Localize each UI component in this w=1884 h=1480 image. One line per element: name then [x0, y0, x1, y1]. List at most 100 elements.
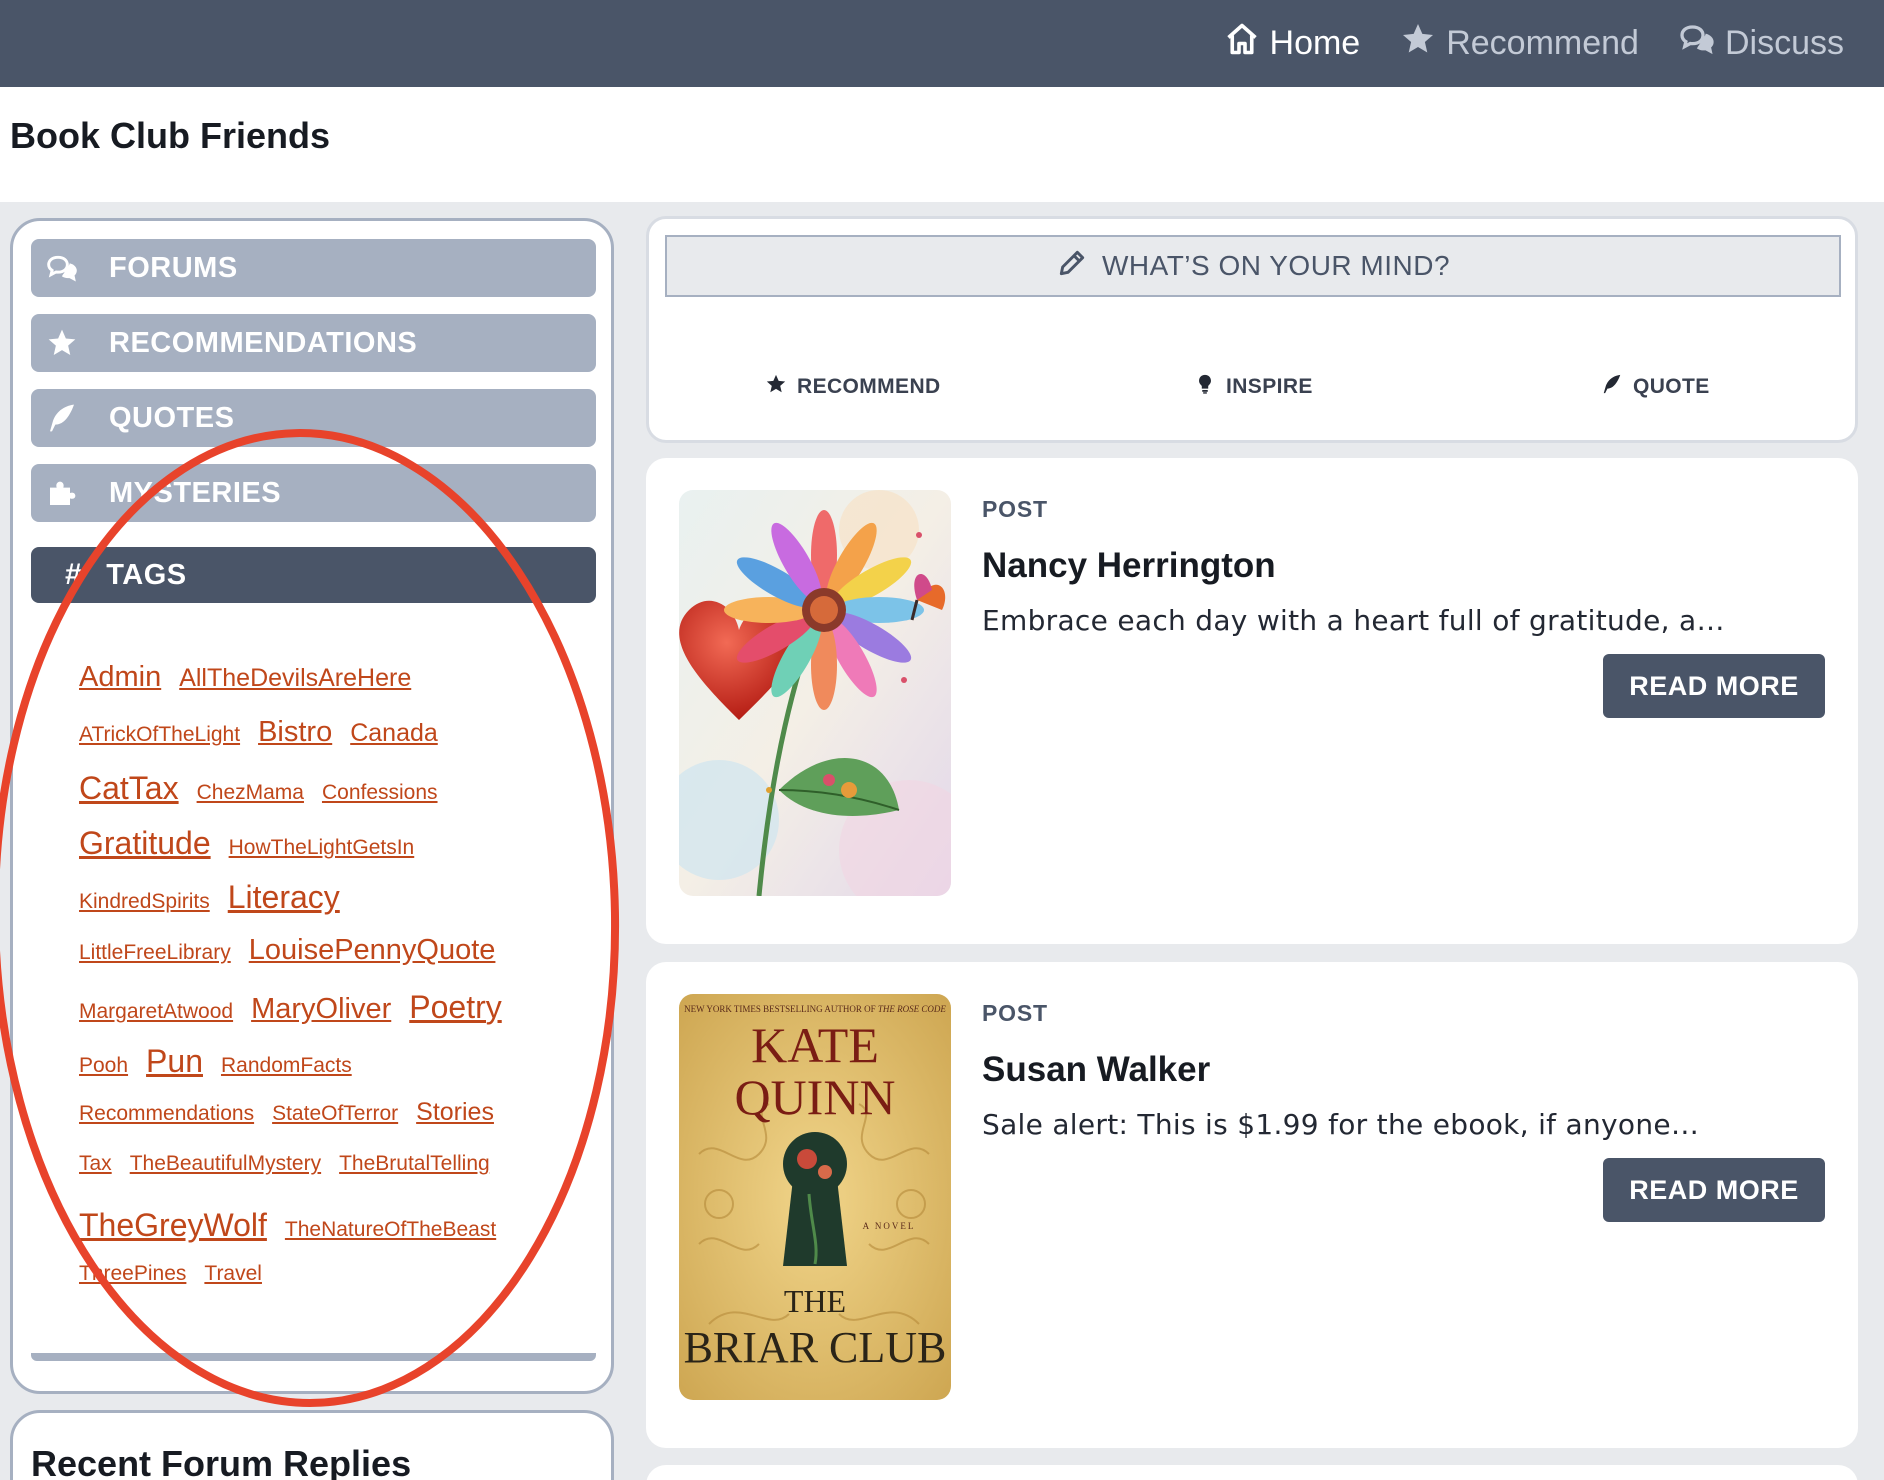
tag-link[interactable]: CatTax [79, 770, 179, 807]
tag-link[interactable]: TheBeautifulMystery [130, 1152, 321, 1176]
star-icon [765, 373, 787, 401]
tag-link[interactable]: Poetry [409, 989, 501, 1026]
post-composer: WHAT’S ON YOUR MIND? RECOMMEND INSPIRE Q… [646, 216, 1858, 443]
cover-author-line-2: QUINN [734, 1069, 895, 1125]
tag-link[interactable]: RandomFacts [221, 1054, 352, 1078]
tag-link[interactable]: LouisePennyQuote [249, 934, 496, 967]
tag-cloud: Admin AllTheDevilsAreHere ATrickOfTheLight… [79, 661, 549, 1316]
tag-row: TheGreyWolf TheNatureOfTheBeast [79, 1207, 549, 1262]
sidebar-quotes-button[interactable]: QUOTES [31, 389, 596, 447]
tag-link[interactable]: ThreePines [79, 1262, 186, 1286]
tag-row: ATrickOfTheLight Bistro Canada [79, 716, 549, 771]
tag-row: KindredSpirits Literacy [79, 879, 549, 934]
star-icon [1400, 21, 1436, 66]
chat-icon [45, 251, 79, 285]
sidebar-mysteries-button[interactable]: MYSTERIES [31, 464, 596, 522]
sidebar-quotes-label: QUOTES [109, 401, 235, 434]
tag-link[interactable]: Admin [79, 661, 161, 694]
post-author[interactable]: Nancy Herrington [982, 546, 1276, 586]
sidebar-tags-button[interactable]: # TAGS [31, 547, 596, 603]
nav-recommend[interactable]: Recommend [1400, 21, 1639, 66]
whats-on-your-mind-label: WHAT’S ON YOUR MIND? [1101, 250, 1451, 281]
post-card: POST Nancy Herrington Embrace each day w… [646, 458, 1858, 944]
inspire-action-label: INSPIRE [1226, 375, 1313, 398]
nav-home[interactable]: Home [1224, 21, 1361, 66]
post-image[interactable] [679, 490, 951, 896]
top-nav: Home Recommend Discuss [1224, 0, 1844, 87]
tag-link[interactable]: HowTheLightGetsIn [229, 836, 415, 860]
nav-discuss-label: Discuss [1724, 24, 1844, 62]
pencil-icon [1056, 247, 1088, 286]
cover-title-line-2: BRIAR CLUB [684, 1323, 947, 1372]
tag-link[interactable]: Pooh [79, 1054, 128, 1078]
sidebar-divider [31, 1353, 596, 1361]
tag-row: Pooh Pun RandomFacts [79, 1043, 549, 1098]
tag-link[interactable]: Bistro [258, 716, 332, 749]
puzzle-icon [45, 476, 79, 510]
sidebar-recommendations-label: RECOMMENDATIONS [109, 326, 418, 359]
tag-link[interactable]: Gratitude [79, 825, 211, 862]
tag-link[interactable]: ATrickOfTheLight [79, 723, 240, 747]
recommend-action[interactable]: RECOMMEND [765, 373, 941, 401]
recent-forum-replies-title: Recent Forum Replies [31, 1443, 412, 1480]
tag-link[interactable]: TheBrutalTelling [339, 1152, 490, 1176]
tag-link[interactable]: Canada [350, 719, 438, 748]
quote-action-label: QUOTE [1633, 375, 1710, 398]
cover-top-italic: THE ROSE CODE [878, 1004, 946, 1014]
nav-home-label: Home [1269, 24, 1361, 62]
tag-link[interactable]: KindredSpirits [79, 890, 210, 914]
post-type: POST [982, 1000, 1048, 1026]
sidebar-mysteries-label: MYSTERIES [109, 476, 282, 509]
tag-link[interactable]: LittleFreeLibrary [79, 941, 231, 965]
sidebar-tags-label: TAGS [106, 558, 187, 591]
lightbulb-icon [1194, 373, 1216, 401]
recent-forum-replies-panel: Recent Forum Replies [10, 1410, 614, 1480]
tag-row: ThreePines Travel [79, 1262, 549, 1317]
site-title[interactable]: Book Club Friends [10, 115, 330, 157]
post-type: POST [982, 496, 1048, 522]
tag-row: Admin AllTheDevilsAreHere [79, 661, 549, 716]
feather-icon [1601, 373, 1623, 401]
post-excerpt: Sale alert: This is $1.99 for the ebook,… [982, 1108, 1700, 1141]
tag-link[interactable]: Tax [79, 1152, 112, 1176]
star-icon [45, 326, 79, 360]
tag-link[interactable]: Pun [146, 1043, 203, 1080]
sidebar-recommendations-button[interactable]: RECOMMENDATIONS [31, 314, 596, 372]
tag-link[interactable]: StateOfTerror [272, 1102, 398, 1126]
tag-row: MargaretAtwood MaryOliver Poetry [79, 989, 549, 1044]
tag-link[interactable]: Recommendations [79, 1102, 254, 1126]
read-more-button[interactable]: READ MORE [1603, 1158, 1825, 1222]
home-icon [1224, 21, 1260, 66]
read-more-button[interactable]: READ MORE [1603, 654, 1825, 718]
tag-link[interactable]: AllTheDevilsAreHere [179, 664, 411, 693]
tag-row: Gratitude HowTheLightGetsIn [79, 825, 549, 880]
post-card: NEW YORK TIMES BESTSELLING AUTHOR OF THE… [646, 962, 1858, 1448]
tag-link[interactable]: MargaretAtwood [79, 1000, 233, 1024]
tag-link[interactable]: ChezMama [197, 781, 304, 805]
sidebar-forums-button[interactable]: FORUMS [31, 239, 596, 297]
post-image[interactable]: NEW YORK TIMES BESTSELLING AUTHOR OF THE… [679, 994, 951, 1400]
tag-link[interactable]: Stories [416, 1098, 494, 1127]
cover-title-line-1: THE [784, 1283, 846, 1319]
inspire-action[interactable]: INSPIRE [1194, 373, 1313, 401]
nav-discuss[interactable]: Discuss [1679, 21, 1844, 66]
quote-action[interactable]: QUOTE [1601, 373, 1710, 401]
tag-row: Recommendations StateOfTerror Stories [79, 1098, 549, 1153]
tag-link[interactable]: MaryOliver [251, 993, 391, 1026]
post-card [646, 1465, 1858, 1480]
tag-row: Tax TheBeautifulMystery TheBrutalTelling [79, 1152, 549, 1207]
nav-recommend-label: Recommend [1446, 24, 1639, 62]
tag-link[interactable]: Confessions [322, 781, 438, 805]
post-author[interactable]: Susan Walker [982, 1050, 1210, 1090]
whats-on-your-mind-button[interactable]: WHAT’S ON YOUR MIND? [665, 235, 1841, 297]
tag-link[interactable]: TheNatureOfTheBeast [285, 1218, 496, 1242]
cover-top-line: NEW YORK TIMES BESTSELLING AUTHOR OF THE… [684, 1004, 946, 1014]
site-header: Book Club Friends [0, 87, 1884, 202]
tag-link[interactable]: Travel [204, 1262, 262, 1286]
chat-icon [1679, 21, 1715, 66]
top-navbar: Home Recommend Discuss [0, 0, 1884, 87]
recommend-action-label: RECOMMEND [797, 375, 941, 398]
tag-link[interactable]: TheGreyWolf [79, 1207, 267, 1244]
tag-link[interactable]: Literacy [228, 879, 340, 916]
cover-author-line-1: KATE [751, 1017, 879, 1073]
